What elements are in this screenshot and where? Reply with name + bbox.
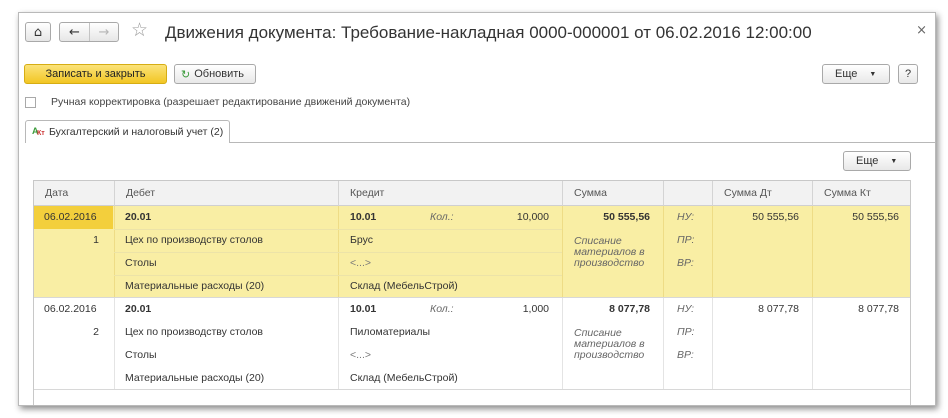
quantity-label: Кол.: xyxy=(430,211,454,223)
table-header: Дата Дебет Кредит Сумма Сумма Дт Сумма К… xyxy=(34,181,910,206)
entry-number: 2 xyxy=(93,326,99,338)
table-body: 06.02.2016 1 20.01 Цех по производству с… xyxy=(34,206,910,390)
movements-table: Дата Дебет Кредит Сумма Сумма Дт Сумма К… xyxy=(33,180,911,405)
credit-account: 10.01 xyxy=(350,303,377,315)
credit-subconto-2: <...> xyxy=(350,349,372,361)
document-movements-window: ⌂ ← → ☆ Движения документа: Требование-н… xyxy=(18,12,936,406)
debit-account: 20.01 xyxy=(125,303,152,315)
sum-kt: 8 077,78 xyxy=(858,303,899,315)
row-divider xyxy=(114,252,562,253)
entry-sum: 50 555,56 xyxy=(603,211,650,223)
entry-content: Списание материалов в производство xyxy=(574,327,645,361)
type-permanent-diff: ПР: xyxy=(677,234,695,246)
col-debit[interactable]: Дебет xyxy=(114,181,338,206)
type-tax: НУ: xyxy=(677,303,694,315)
more-label: Еще xyxy=(835,68,858,80)
history-nav: ← → xyxy=(59,22,119,42)
col-accounting-type[interactable] xyxy=(663,181,712,206)
sum-dt: 50 555,56 xyxy=(752,211,799,223)
close-icon[interactable]: × xyxy=(916,23,927,38)
debit-account: 20.01 xyxy=(125,211,152,223)
favorite-star-icon[interactable]: ☆ xyxy=(131,21,148,40)
column-divider xyxy=(712,298,713,389)
back-button[interactable]: ← xyxy=(60,23,89,41)
column-divider xyxy=(562,206,563,297)
table-row[interactable]: 06.02.2016 1 20.01 Цех по производству с… xyxy=(34,206,910,298)
more-menu-button[interactable]: Еще ▼ xyxy=(822,64,890,84)
credit-account: 10.01 xyxy=(350,211,377,223)
debit-subconto-3: Материальные расходы (20) xyxy=(125,372,265,384)
column-divider xyxy=(114,298,115,389)
col-sum-dt[interactable]: Сумма Дт xyxy=(712,181,812,206)
column-divider xyxy=(812,206,813,297)
entry-number: 1 xyxy=(93,234,99,246)
arrow-left-icon: ← xyxy=(69,24,80,40)
help-button[interactable]: ? xyxy=(898,64,918,84)
col-date[interactable]: Дата xyxy=(34,181,114,206)
home-button[interactable]: ⌂ xyxy=(25,22,51,42)
save-and-close-button[interactable]: Записать и закрыть xyxy=(24,64,167,84)
sum-kt: 50 555,56 xyxy=(852,211,899,223)
entry-date: 06.02.2016 xyxy=(44,303,97,315)
tab-accounting-tax[interactable]: A Кт Бухгалтерский и налоговый учет (2) xyxy=(25,120,230,143)
credit-subconto-1: Пиломатериалы xyxy=(350,326,431,338)
refresh-button[interactable]: ↻ Обновить xyxy=(174,64,256,84)
column-divider xyxy=(663,206,664,297)
col-sum-kt[interactable]: Сумма Кт xyxy=(812,181,910,206)
sum-dt: 8 077,78 xyxy=(758,303,799,315)
grid-more-label: Еще xyxy=(856,155,879,167)
refresh-label: Обновить xyxy=(194,68,245,80)
debit-subconto-1: Цех по производству столов xyxy=(125,234,264,246)
debit-subconto-1: Цех по производству столов xyxy=(125,326,264,338)
entry-content: Списание материалов в производство xyxy=(574,235,645,269)
grid-more-menu-button[interactable]: Еще ▼ xyxy=(843,151,911,171)
credit-subconto-1: Брус xyxy=(350,234,373,246)
quantity-value: 1,000 xyxy=(522,303,549,315)
entry-sum: 8 077,78 xyxy=(609,303,650,315)
debit-subconto-2: Столы xyxy=(125,257,157,269)
manual-adjust-checkbox[interactable] xyxy=(25,97,36,108)
col-sum[interactable]: Сумма xyxy=(562,181,663,206)
tab-label: Бухгалтерский и налоговый учет (2) xyxy=(49,126,224,138)
quantity-value: 10,000 xyxy=(516,211,549,223)
column-divider xyxy=(663,298,664,389)
refresh-icon: ↻ xyxy=(181,67,191,81)
column-divider xyxy=(812,298,813,389)
dropdown-triangle-icon: ▼ xyxy=(890,157,898,165)
arrow-right-icon: → xyxy=(98,24,110,40)
debit-subconto-3: Материальные расходы (20) xyxy=(125,280,265,292)
credit-subconto-3: Склад (МебельСтрой) xyxy=(350,280,458,292)
credit-subconto-2: <...> xyxy=(350,257,372,269)
table-row[interactable]: 06.02.2016 2 20.01 Цех по производству с… xyxy=(34,298,910,390)
debit-subconto-2: Столы xyxy=(125,349,157,361)
type-tax: НУ: xyxy=(677,211,694,223)
credit-subconto-3: Склад (МебельСтрой) xyxy=(350,372,458,384)
type-temporary-diff: ВР: xyxy=(677,349,694,361)
column-divider xyxy=(712,206,713,297)
manual-adjust-label[interactable]: Ручная корректировка (разрешает редактир… xyxy=(51,96,410,108)
quantity-label: Кол.: xyxy=(430,303,454,315)
accounting-register-icon: A Кт xyxy=(32,126,45,137)
forward-button[interactable]: → xyxy=(88,23,118,41)
home-icon: ⌂ xyxy=(33,24,43,40)
dropdown-triangle-icon: ▼ xyxy=(869,70,877,78)
entry-date: 06.02.2016 xyxy=(44,211,97,223)
column-divider xyxy=(338,298,339,389)
type-permanent-diff: ПР: xyxy=(677,326,695,338)
col-credit[interactable]: Кредит xyxy=(338,181,562,206)
window-title: Движения документа: Требование-накладная… xyxy=(165,23,812,42)
type-temporary-diff: ВР: xyxy=(677,257,694,269)
column-divider xyxy=(562,298,563,389)
